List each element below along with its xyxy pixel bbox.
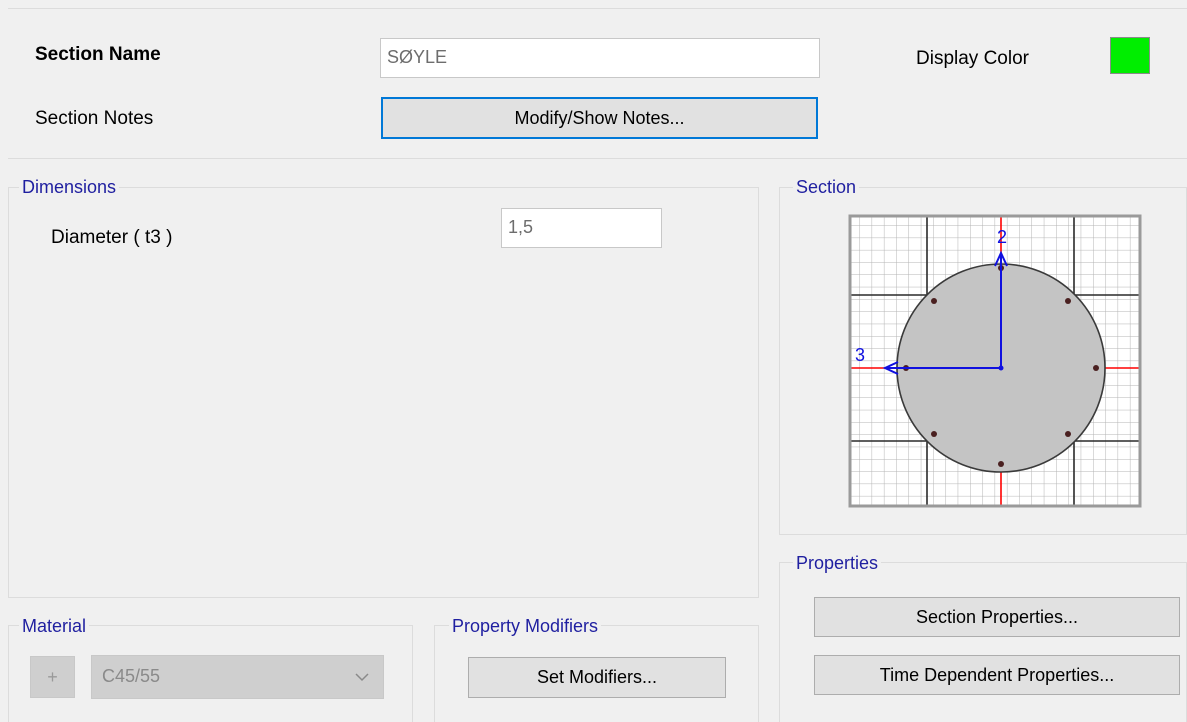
properties-group xyxy=(779,562,1187,722)
section-properties-button[interactable]: Section Properties... xyxy=(814,597,1180,637)
display-color-label: Display Color xyxy=(916,48,1029,69)
time-dependent-properties-button[interactable]: Time Dependent Properties... xyxy=(814,655,1180,695)
add-material-button[interactable]: + xyxy=(30,656,75,698)
material-select-value: C45/55 xyxy=(102,666,161,686)
dimensions-title: Dimensions xyxy=(19,177,120,198)
section-name-input[interactable]: SØYLE xyxy=(380,38,820,78)
diameter-input[interactable]: 1,5 xyxy=(501,208,662,248)
material-title: Material xyxy=(19,616,90,637)
modify-show-notes-button[interactable]: Modify/Show Notes... xyxy=(381,97,818,139)
section-preview-title: Section xyxy=(793,177,860,198)
property-modifiers-title: Property Modifiers xyxy=(449,616,602,637)
header-divider xyxy=(8,158,1187,159)
set-modifiers-button[interactable]: Set Modifiers... xyxy=(468,657,726,698)
section-notes-label: Section Notes xyxy=(35,108,154,129)
axis-3-label: 3 xyxy=(855,345,865,365)
display-color-swatch[interactable] xyxy=(1110,37,1150,74)
top-divider xyxy=(8,8,1187,9)
axis-2-label: 2 xyxy=(997,227,1007,247)
chevron-down-icon xyxy=(355,673,369,682)
material-select[interactable]: C45/55 xyxy=(91,655,384,699)
section-name-label: Section Name xyxy=(35,44,161,65)
diameter-label: Diameter ( t3 ) xyxy=(51,227,173,248)
properties-title: Properties xyxy=(793,553,882,574)
section-drawing: 2 3 xyxy=(848,214,1142,508)
